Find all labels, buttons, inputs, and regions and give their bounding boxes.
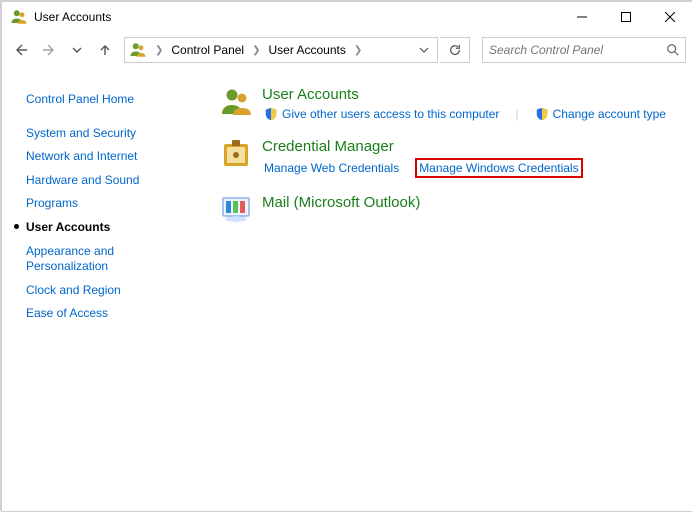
search-input[interactable] <box>483 42 661 58</box>
sidebar-item-control-panel-home[interactable]: Control Panel Home <box>26 88 196 112</box>
section-title-user-accounts[interactable]: User Accounts <box>262 86 359 105</box>
link-label: Change account type <box>553 107 666 121</box>
sidebar-item-clock-and-region[interactable]: Clock and Region <box>26 279 196 303</box>
chevron-right-icon[interactable]: ❯ <box>248 45 264 56</box>
titlebar: User Accounts <box>2 2 692 32</box>
link-manage-windows-credentials[interactable]: Manage Windows Credentials <box>415 158 582 178</box>
mail-icon <box>220 194 252 226</box>
forward-button[interactable] <box>36 37 62 63</box>
search-box[interactable] <box>482 37 686 63</box>
back-button[interactable] <box>8 37 34 63</box>
sidebar-item-system-and-security[interactable]: System and Security <box>26 122 196 146</box>
window-title: User Accounts <box>34 10 111 24</box>
user-accounts-icon <box>10 8 28 26</box>
sidebar-item-programs[interactable]: Programs <box>26 192 196 216</box>
refresh-button[interactable] <box>440 37 470 63</box>
link-give-other-users-access[interactable]: Give other users access to this computer <box>262 106 501 122</box>
section-title-mail[interactable]: Mail (Microsoft Outlook) <box>262 194 420 213</box>
credential-manager-icon <box>220 138 252 170</box>
sidebar-item-hardware-and-sound[interactable]: Hardware and Sound <box>26 169 196 193</box>
section-credential-manager: Credential Manager Manage Web Credential… <box>220 138 678 178</box>
sidebar: Control Panel Home System and Security N… <box>2 68 210 511</box>
up-button[interactable] <box>92 37 118 63</box>
breadcrumb-dropdown[interactable] <box>411 38 437 62</box>
breadcrumb-item[interactable]: Control Panel <box>167 38 248 62</box>
close-button[interactable] <box>648 2 692 32</box>
content-main: User Accounts Give other users access to… <box>210 68 692 511</box>
breadcrumb-item[interactable]: User Accounts <box>265 38 350 62</box>
shield-icon <box>264 107 278 121</box>
sidebar-item-network-and-internet[interactable]: Network and Internet <box>26 145 196 169</box>
user-accounts-icon <box>220 86 252 118</box>
sidebar-item-appearance-and-personalization[interactable]: Appearance and Personalization <box>26 240 196 279</box>
search-icon[interactable] <box>661 43 685 57</box>
section-mail: Mail (Microsoft Outlook) <box>220 194 678 226</box>
navbar: ❯ Control Panel ❯ User Accounts ❯ <box>2 32 692 68</box>
sidebar-item-ease-of-access[interactable]: Ease of Access <box>26 302 196 326</box>
content-body: Control Panel Home System and Security N… <box>2 68 692 511</box>
link-manage-web-credentials[interactable]: Manage Web Credentials <box>262 160 401 176</box>
link-label: Give other users access to this computer <box>282 107 499 121</box>
chevron-right-icon[interactable]: ❯ <box>151 45 167 56</box>
maximize-button[interactable] <box>604 2 648 32</box>
section-title-credential-manager[interactable]: Credential Manager <box>262 138 394 157</box>
chevron-right-icon[interactable]: ❯ <box>350 45 366 56</box>
recent-locations-button[interactable] <box>64 37 90 63</box>
section-user-accounts: User Accounts Give other users access to… <box>220 86 678 122</box>
breadcrumb[interactable]: ❯ Control Panel ❯ User Accounts ❯ <box>124 37 438 63</box>
user-accounts-icon <box>129 41 147 59</box>
minimize-button[interactable] <box>560 2 604 32</box>
link-change-account-type[interactable]: Change account type <box>533 106 668 122</box>
sidebar-item-user-accounts[interactable]: User Accounts <box>26 216 196 240</box>
shield-icon <box>535 107 549 121</box>
separator: | <box>515 107 518 121</box>
